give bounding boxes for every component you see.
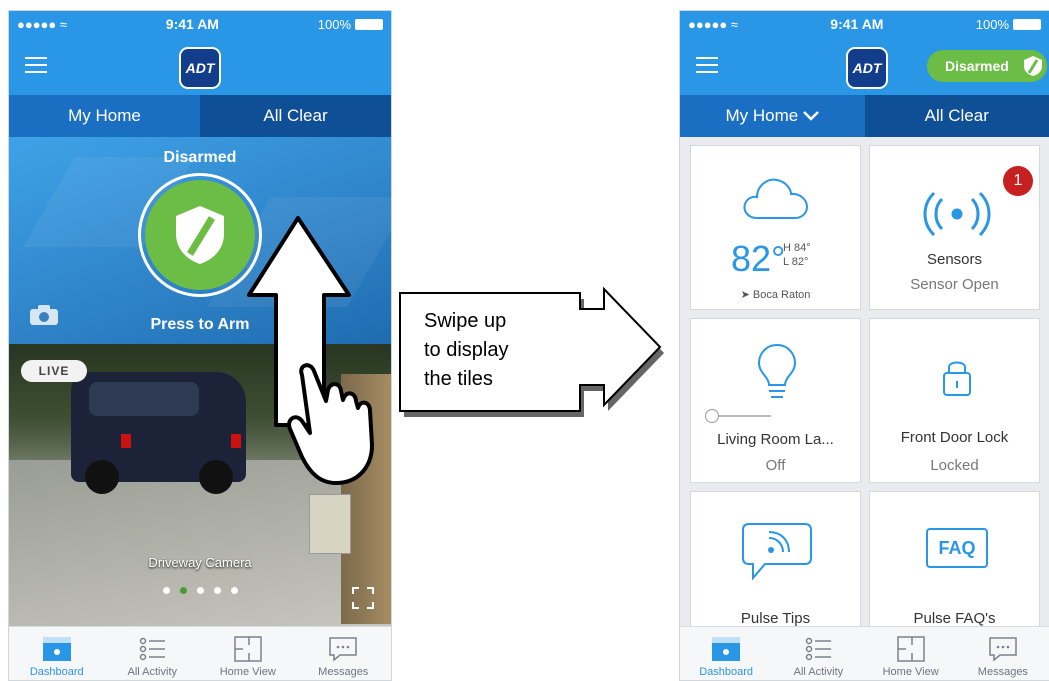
disarmed-status-pill[interactable]: Disarmed [927, 50, 1047, 82]
page-dot [213, 587, 221, 594]
tab-all-activity[interactable]: All Activity [105, 627, 201, 680]
tab-all-clear[interactable]: All Clear [864, 95, 1049, 137]
tab-all-activity[interactable]: All Activity [772, 627, 864, 680]
tile-title: Front Door Lock [900, 429, 1009, 446]
floorplan-icon [896, 636, 925, 662]
faq-icon: FAQ [926, 528, 988, 568]
callout-arrow: Swipe up to display the tiles [399, 286, 664, 417]
page-dot [230, 587, 238, 594]
swipe-up-arrow [247, 216, 374, 485]
sensor-wave-icon [923, 191, 991, 237]
shield-icon [1023, 56, 1042, 76]
fullscreen-icon[interactable] [351, 586, 375, 610]
tab-dashboard[interactable]: Dashboard [9, 627, 105, 680]
security-state: Disarmed [163, 149, 237, 166]
tile-title: Sensors [926, 251, 983, 268]
tab-dashboard[interactable]: Dashboard [680, 627, 772, 680]
hand-pointer-icon [287, 363, 374, 485]
adt-logo: ADT [179, 47, 221, 89]
weather-temperature: 82° [731, 238, 786, 279]
chat-rss-icon [742, 523, 812, 580]
segment-bar: My Home All Clear [9, 95, 391, 137]
floorplan-icon [234, 636, 262, 662]
status-time: 9:41 AM [165, 16, 219, 32]
battery-percent: 100% [975, 16, 1009, 32]
signal-indicator: ●●●●● ≈ [688, 16, 739, 32]
dashboard-icon [42, 637, 71, 661]
adt-logo: ADT [846, 47, 888, 89]
phone-after: ●●●●● ≈ 9:41 AM 100% ADT Disarmed My Hom… [679, 10, 1049, 681]
tile-weather[interactable]: 82° H 84° L 82° ➤ Boca Raton [690, 145, 861, 310]
page-dot [162, 587, 170, 594]
tile-title: Pulse Tips [740, 610, 811, 627]
tile-sensors[interactable]: 1 Sensors Sensor Open [869, 145, 1040, 310]
tab-bar: Dashboard All Activity Home View Message… [680, 626, 1049, 680]
chevron-down-icon [803, 111, 819, 121]
alert-badge: 1 [1003, 166, 1033, 196]
callout-line-1: Swipe up [424, 310, 506, 332]
tile-area: 82° H 84° L 82° ➤ Boca Raton 1 Sensors Se… [680, 137, 1049, 680]
segment-bar: My Home All Clear [680, 95, 1049, 137]
cloud-icon [743, 178, 809, 219]
shield-icon [176, 206, 224, 264]
tab-home-view[interactable]: Home View [200, 627, 296, 680]
status-bar: ●●●●● ≈ 9:41 AM 100% [9, 11, 391, 37]
page-dots[interactable] [9, 587, 391, 594]
tile-light[interactable]: Living Room La... Off [690, 318, 861, 483]
live-badge: LIVE [21, 360, 87, 382]
tab-messages[interactable]: Messages [296, 627, 392, 680]
tab-my-home[interactable]: My Home [680, 95, 865, 137]
location-arrow-icon: ➤ [740, 289, 750, 301]
page-dot [196, 587, 204, 594]
weather-low: L 82° [783, 256, 809, 268]
messages-icon [989, 637, 1017, 662]
top-bar: ADT Disarmed [680, 37, 1049, 95]
battery-icon [1013, 18, 1041, 30]
camera-name: Driveway Camera [148, 555, 252, 570]
top-bar: ADT [9, 37, 391, 95]
tab-all-clear[interactable]: All Clear [200, 95, 391, 137]
battery-icon [355, 18, 383, 30]
weather-location: Boca Raton [752, 289, 811, 301]
lock-icon [943, 361, 971, 396]
status-time: 9:41 AM [830, 16, 884, 32]
menu-icon[interactable] [696, 57, 718, 73]
dimmer-slider[interactable] [705, 409, 771, 423]
dashboard-icon [712, 637, 741, 661]
page-dot [179, 587, 187, 594]
tile-title: Living Room La... [717, 431, 834, 448]
callout-line-3: the tiles [424, 368, 493, 390]
signal-indicator: ●●●●● ≈ [17, 16, 68, 32]
slider-knob[interactable] [705, 409, 719, 423]
tab-my-home[interactable]: My Home [9, 95, 200, 137]
vehicle-image [71, 372, 246, 494]
tile-lock[interactable]: Front Door Lock Locked [869, 318, 1040, 483]
tile-subtitle: Sensor Open [910, 276, 999, 293]
canvas: ●●●●● ≈ 9:41 AM 100% ADT My Home All Cle… [0, 0, 1049, 681]
tab-messages[interactable]: Messages [957, 627, 1049, 680]
status-bar: ●●●●● ≈ 9:41 AM 100% [680, 11, 1049, 37]
activity-list-icon [806, 637, 832, 661]
tab-home-view[interactable]: Home View [865, 627, 957, 680]
tile-title: Pulse FAQ's [913, 610, 996, 627]
tab-bar: Dashboard All Activity Home View Message… [9, 626, 391, 680]
messages-icon [329, 637, 357, 662]
light-bulb-icon [757, 343, 797, 398]
tile-subtitle: Off [765, 457, 786, 474]
tile-subtitle: Locked [930, 457, 979, 474]
menu-icon[interactable] [25, 57, 47, 73]
activity-list-icon [140, 637, 166, 661]
weather-high: H 84° [783, 242, 811, 254]
battery-percent: 100% [317, 16, 351, 32]
callout-line-2: to display [424, 339, 509, 361]
